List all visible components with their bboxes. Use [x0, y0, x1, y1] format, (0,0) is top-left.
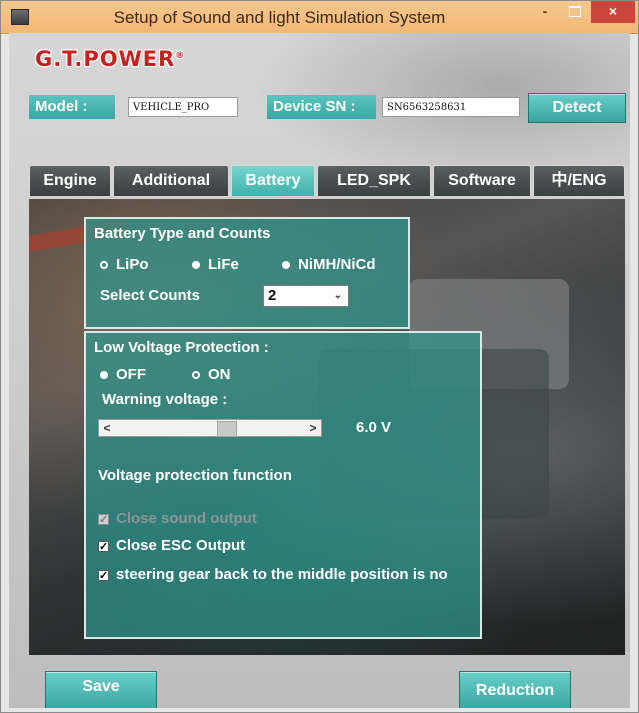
window-title: Setup of Sound and light Simulation Syst…	[113, 8, 446, 27]
reduction-button[interactable]: Reduction	[459, 671, 571, 708]
model-field[interactable]: VEHICLE_PRO	[128, 97, 238, 117]
brand-logo: G.T.POWER®	[35, 47, 185, 71]
close-esc-checkbox[interactable]: Close ESC Output	[98, 536, 246, 557]
client-area: G.T.POWER® Model : VEHICLE_PRO Device SN…	[9, 33, 630, 708]
chevron-right-icon[interactable]: >	[305, 420, 321, 436]
radio-selected-icon	[100, 261, 108, 270]
protection-function-title: Voltage protection function	[98, 467, 292, 484]
close-button[interactable]: ×	[591, 1, 635, 23]
chevron-down-icon: ⌄	[333, 290, 342, 301]
battery-panel: Battery Type and Counts LiPo LiFe NiMH/N…	[29, 197, 625, 655]
battery-type-group: Battery Type and Counts LiPo LiFe NiMH/N…	[84, 217, 410, 329]
radio-life[interactable]: LiFe	[192, 255, 239, 275]
tab-software[interactable]: Software	[433, 165, 531, 196]
tab-engine[interactable]: Engine	[29, 165, 111, 196]
warning-voltage-value: 6.0 V	[356, 419, 392, 436]
radio-unselected-icon	[192, 261, 200, 270]
tab-additional[interactable]: Additional	[113, 165, 229, 196]
tab-bar: Engine Additional Battery LED_SPK Softwa…	[29, 165, 625, 197]
app-window: Setup of Sound and light Simulation Syst…	[0, 0, 639, 713]
radio-nimh-label: NiMH/NiCd	[298, 256, 376, 273]
save-button[interactable]: Save	[45, 671, 157, 708]
select-counts-label: Select Counts	[100, 287, 201, 304]
slider-thumb[interactable]	[217, 421, 237, 437]
radio-unselected-icon	[282, 261, 290, 270]
close-sound-label: Close sound output	[116, 510, 257, 527]
brand-logo-text: G.T.POWER	[35, 47, 176, 71]
checkbox-checked-icon	[98, 510, 109, 530]
counts-select-value: 2	[268, 287, 277, 304]
device-sn-field[interactable]: SN6563258631	[382, 97, 520, 117]
maximize-icon	[569, 6, 581, 17]
model-label: Model :	[29, 95, 115, 119]
title-bar[interactable]: Setup of Sound and light Simulation Syst…	[1, 1, 638, 34]
radio-on[interactable]: ON	[192, 365, 231, 385]
radio-off-label: OFF	[116, 366, 146, 383]
detect-button[interactable]: Detect	[528, 93, 626, 123]
radio-lipo[interactable]: LiPo	[100, 255, 149, 275]
close-sound-checkbox: Close sound output	[98, 509, 257, 530]
battery-type-title: Battery Type and Counts	[94, 225, 271, 242]
maximize-button[interactable]	[561, 1, 589, 23]
warning-voltage-label: Warning voltage :	[102, 391, 228, 408]
radio-lipo-label: LiPo	[116, 256, 149, 273]
warning-voltage-slider[interactable]: < >	[98, 419, 322, 437]
tab-language[interactable]: 中/ENG	[533, 165, 625, 196]
tab-battery[interactable]: Battery	[231, 165, 315, 196]
steering-center-checkbox[interactable]: steering gear back to the middle positio…	[98, 565, 448, 586]
low-voltage-title: Low Voltage Protection :	[94, 339, 269, 356]
checkbox-checked-icon	[98, 566, 109, 586]
radio-life-label: LiFe	[208, 256, 239, 273]
device-sn-label: Device SN :	[267, 95, 376, 119]
steering-center-label: steering gear back to the middle positio…	[116, 566, 448, 583]
minimize-button[interactable]: -	[531, 1, 559, 23]
chevron-left-icon[interactable]: <	[99, 420, 115, 436]
radio-off[interactable]: OFF	[100, 365, 146, 385]
radio-nimh-nicd[interactable]: NiMH/NiCd	[282, 255, 376, 275]
close-esc-label: Close ESC Output	[116, 537, 246, 554]
low-voltage-group: Low Voltage Protection : OFF ON Warning …	[84, 331, 482, 639]
radio-on-label: ON	[208, 366, 231, 383]
checkbox-checked-icon	[98, 537, 109, 557]
radio-selected-icon	[192, 371, 200, 380]
tab-led-spk[interactable]: LED_SPK	[317, 165, 431, 196]
radio-unselected-icon	[100, 371, 108, 380]
counts-select[interactable]: 2 ⌄	[263, 285, 349, 307]
registered-mark: ®	[175, 51, 186, 61]
